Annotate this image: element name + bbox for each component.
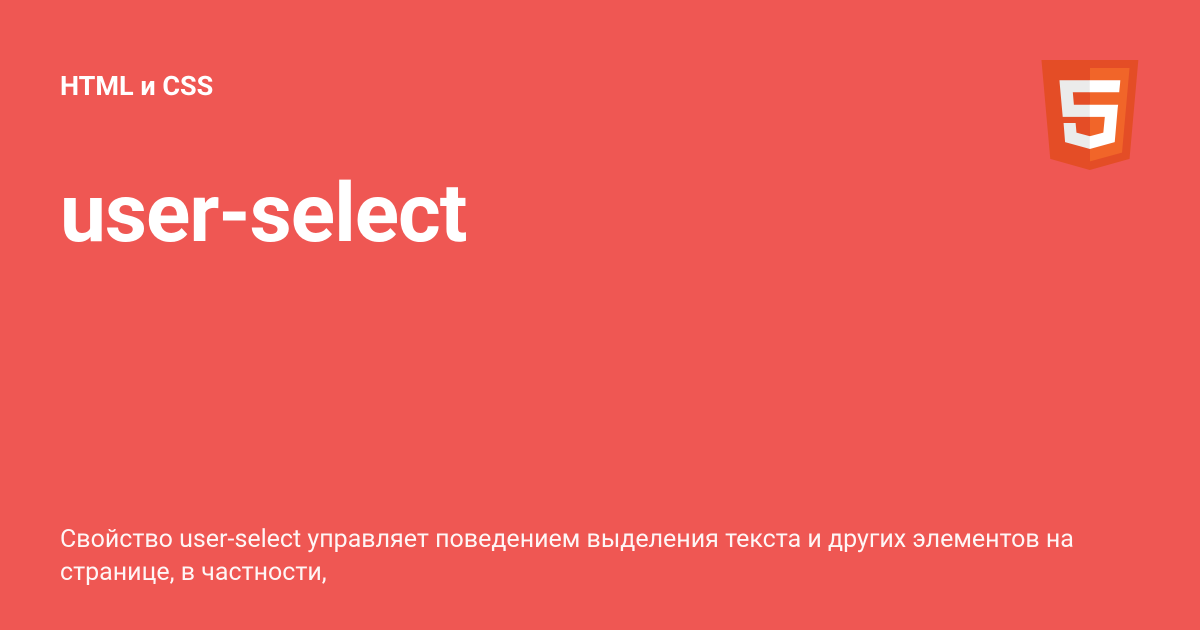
html5-logo-icon xyxy=(1035,60,1145,190)
page-title: user-select xyxy=(60,166,1140,262)
description-text: Свойство user-select управляет поведение… xyxy=(60,523,1140,591)
category-label: HTML и CSS xyxy=(60,70,1140,102)
